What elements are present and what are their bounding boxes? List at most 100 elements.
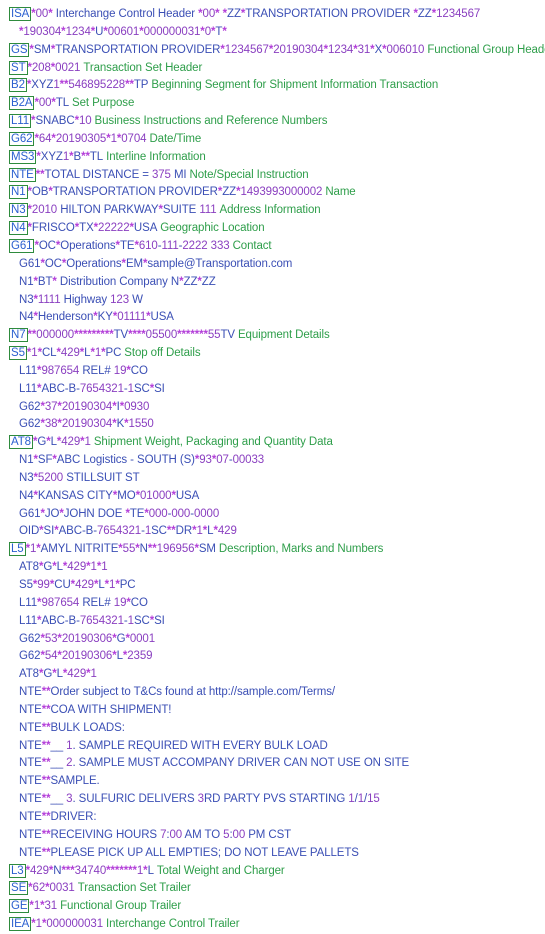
edi-segment-line: L11*ABC-B-7654321-1SC*SI	[0, 381, 545, 399]
alpha-value: X	[374, 43, 383, 56]
numeric-value: 111	[161, 239, 179, 252]
numeric-value: 10	[78, 115, 92, 128]
edi-segment-line: AT8*G*L*429*1	[0, 666, 545, 684]
numeric-value: 62	[32, 882, 46, 895]
numeric-value: 2222	[182, 239, 208, 252]
alpha-value: KANSAS CITY	[37, 489, 113, 502]
numeric-value: 93	[199, 454, 212, 467]
segment-id: NTE	[19, 775, 42, 788]
segment-id-boxed: ISA	[9, 7, 32, 21]
numeric-value: 00601	[107, 25, 140, 38]
segment-id: NTE	[19, 739, 42, 752]
numeric-value: 000	[171, 507, 191, 520]
segment-id: N1	[19, 454, 34, 467]
segment-id-boxed: N4	[9, 221, 28, 236]
segment-description: Interchange Control Trailer	[106, 918, 240, 931]
segment-id-boxed: B2A	[9, 96, 35, 111]
segment-description: Transaction Set Header	[83, 61, 203, 74]
edi-segment-line: G62*53*20190306*G*0001	[0, 631, 545, 649]
alpha-value: CO	[130, 364, 148, 377]
edi-segment-line: G62*38*20190304*K*1550	[0, 416, 545, 434]
segment-description: Business Instructions and Reference Numb…	[94, 115, 328, 128]
numeric-value: 20190305	[55, 132, 107, 145]
alpha-value: PM CST	[245, 828, 292, 841]
numeric-value: 19	[113, 364, 127, 377]
alpha-value: N	[139, 543, 148, 556]
numeric-value: 20190306	[61, 632, 113, 645]
segment-id: NTE	[19, 703, 42, 716]
segment-id: AT8	[19, 668, 39, 681]
segment-id: NTE	[19, 828, 42, 841]
segment-id-boxed: L5	[9, 542, 26, 557]
alpha-value: TE	[129, 507, 145, 520]
segment-id-boxed: N1	[9, 185, 28, 200]
segment-id-boxed: SE	[9, 881, 29, 896]
edi-segment-line: B2 *XYZ1**546895228**TP Beginning Segment …	[0, 77, 545, 95]
segment-id-boxed: S5	[9, 346, 27, 361]
alpha-value: SI	[43, 525, 55, 538]
numeric-value: 1111	[37, 293, 61, 306]
alpha-value: Henderson	[37, 311, 94, 324]
alpha-value: JO	[44, 507, 60, 520]
numeric-value: 333	[210, 239, 230, 252]
alpha-value: TE	[119, 239, 135, 252]
alpha-value: SI	[154, 614, 165, 627]
alpha-value: ZZ	[227, 8, 241, 20]
alpha-value: Highway	[60, 293, 111, 306]
numeric-value: 0930	[124, 400, 150, 413]
alpha-value: USA	[175, 489, 200, 502]
edi-segment-line: OID*SI*ABC-B-7654321-1SC**DR*1*L*429	[0, 523, 545, 541]
numeric-value: 00	[202, 8, 216, 20]
alpha-value: HILTON PARKWAY	[57, 204, 159, 217]
numeric-value: 15	[367, 793, 380, 806]
alpha-value: TV	[220, 329, 235, 342]
segment-id-boxed: MS3	[9, 149, 37, 164]
edi-segment-line: G62*54*20190306*L*2359	[0, 648, 545, 666]
alpha-value: Operations	[66, 257, 122, 270]
numeric-value: 1	[90, 668, 97, 681]
segment-id: L11	[19, 382, 38, 395]
segment-description: Shipment Weight, Packaging and Quantity …	[93, 436, 333, 449]
alpha-value: Distribution Company N	[56, 275, 180, 288]
alpha-value: B	[73, 150, 82, 163]
segment-description: Address Information	[219, 204, 321, 217]
numeric-value: 000000031	[46, 918, 103, 931]
numeric-value: 00	[232, 828, 246, 841]
segment-description: Equipment Details	[237, 329, 330, 342]
edi-segment-line: NTE**BULK LOADS:	[0, 720, 545, 738]
edi-segment-line: AT8 *G*L*429*1 Shipment Weight, Packaging …	[0, 434, 545, 452]
edi-segment-line: ISA *00* Interchange Control Header *00* …	[0, 6, 545, 24]
edi-segment-line: B2A *00*TL Set Purpose	[0, 95, 545, 113]
alpha-value: DR	[175, 525, 193, 538]
numeric-value: 00	[38, 97, 52, 110]
edi-segment-line: NTE **TOTAL DISTANCE = 375 MI Note/Special…	[0, 167, 545, 185]
segment-id-boxed: L3	[9, 863, 26, 878]
edi-document: ISA *00* Interchange Control Header *00* …	[0, 0, 545, 934]
edi-segment-line: NTE**__ 1. SAMPLE REQUIRED WITH EVERY BU…	[0, 738, 545, 756]
segment-id: G62	[19, 632, 41, 645]
segment-id: L11	[19, 614, 38, 627]
segment-id: G61	[19, 257, 41, 270]
segment-id-boxed: G61	[9, 238, 35, 253]
alpha-value: SM	[198, 543, 216, 556]
numeric-value: 31	[357, 43, 371, 56]
edi-segment-line: AT8*G*L*429*1*1	[0, 559, 545, 577]
segment-description: Contact	[232, 239, 272, 252]
alpha-value: DRIVER:	[50, 810, 97, 823]
segment-id: NTE	[19, 810, 42, 823]
segment-id-boxed: L11	[9, 114, 32, 129]
edi-segment-line: ST *208*0021 Transaction Set Header	[0, 60, 545, 78]
segment-description: Description, Marks and Numbers	[218, 543, 384, 556]
edi-segment-line: N3 *2010 HILTON PARKWAY*SUITE 111 Address …	[0, 202, 545, 220]
alpha-value: EM	[125, 257, 143, 270]
numeric-value: 429	[217, 525, 237, 538]
alpha-value: USA	[133, 222, 158, 235]
segment-id-boxed: GE	[9, 899, 30, 914]
alpha-value: ABC-B-	[58, 525, 97, 538]
alpha-value: AMYL NITRITE	[40, 543, 119, 556]
numeric-value: 7654321	[79, 614, 124, 627]
numeric-value: 000000031	[143, 25, 201, 38]
segment-id: N3	[19, 293, 34, 306]
alpha-value: JOHN DOE	[63, 507, 126, 520]
edi-segment-line: N1*SF*ABC Logistics - SOUTH (S)*93*07-00…	[0, 452, 545, 470]
